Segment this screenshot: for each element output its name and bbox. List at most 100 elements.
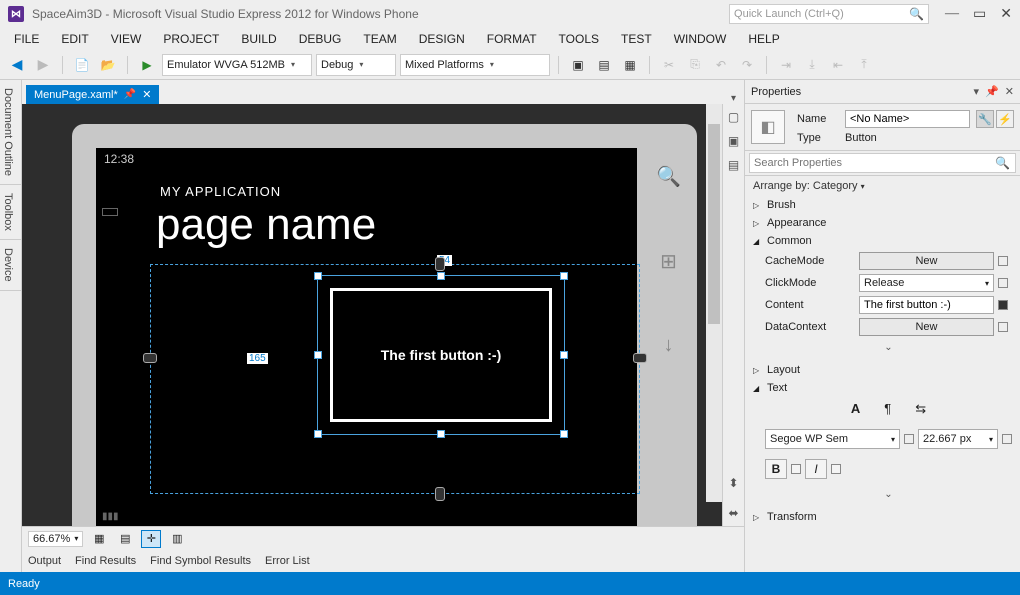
rail-icon-2[interactable]: ▣	[728, 134, 739, 148]
cachemode-new-button[interactable]: New	[859, 252, 994, 270]
menu-help[interactable]: HELP	[738, 30, 789, 48]
property-marker[interactable]	[998, 256, 1008, 266]
menu-debug[interactable]: DEBUG	[289, 30, 352, 48]
text-tab-other[interactable]: ⇆	[915, 401, 926, 417]
toolbar-copy[interactable]: ⎘	[684, 54, 706, 76]
category-appearance[interactable]: ▷Appearance	[745, 214, 1020, 232]
clickmode-dropdown[interactable]: Release▾	[859, 274, 994, 292]
tab-device[interactable]: Device	[0, 240, 21, 291]
property-marker[interactable]	[998, 322, 1008, 332]
toolbar-btn-1[interactable]: ▣	[567, 54, 589, 76]
tab-document-outline[interactable]: Document Outline	[0, 80, 21, 185]
resize-handle[interactable]	[314, 351, 322, 359]
resize-handle[interactable]	[560, 272, 568, 280]
close-button[interactable]: ✕	[1000, 6, 1012, 23]
font-size-dropdown[interactable]: 22.667 px▾	[918, 429, 998, 449]
menu-window[interactable]: WINDOW	[664, 30, 737, 48]
rail-expand-icon[interactable]: ⬍	[728, 476, 738, 490]
menu-format[interactable]: FORMAT	[477, 30, 547, 48]
snap-lines-button[interactable]: ✛	[141, 530, 161, 548]
tab-find-results[interactable]: Find Results	[75, 555, 136, 567]
vertical-scrollbar[interactable]	[706, 104, 722, 502]
content-input[interactable]	[859, 296, 994, 314]
italic-button[interactable]: I	[805, 459, 827, 479]
toolbar-btn-3[interactable]: ▦	[619, 54, 641, 76]
resize-handle[interactable]	[437, 272, 445, 280]
properties-search-input[interactable]	[749, 153, 1016, 173]
menu-view[interactable]: VIEW	[101, 30, 152, 48]
zoom-combo[interactable]: 66.67% ▾	[28, 531, 83, 547]
resize-handle[interactable]	[560, 351, 568, 359]
toolbar-step-3[interactable]: ⇤	[827, 54, 849, 76]
toolbar-step-2[interactable]: ⤓	[801, 54, 823, 76]
rail-split-icon[interactable]: ⬌	[728, 506, 738, 520]
grid-selection[interactable]: 54 165	[150, 264, 640, 494]
category-common[interactable]: ◢Common	[745, 232, 1020, 250]
panel-pin-icon[interactable]: 📌	[985, 85, 999, 98]
anchor-left-icon[interactable]	[143, 353, 157, 363]
quick-launch-input[interactable]: Quick Launch (Ctrl+Q) 🔍	[729, 4, 929, 24]
property-marker[interactable]	[831, 464, 841, 474]
anchor-bottom-icon[interactable]	[435, 487, 445, 501]
snap-grid-button[interactable]: ▥	[167, 530, 187, 548]
name-input[interactable]	[845, 110, 970, 128]
pin-icon[interactable]: 📌	[124, 89, 136, 100]
expand-common-button[interactable]: ⌄	[765, 340, 1012, 355]
menu-test[interactable]: TEST	[611, 30, 662, 48]
maximize-button[interactable]: ▭	[973, 6, 986, 23]
anchor-right-icon[interactable]	[633, 353, 647, 363]
category-brush[interactable]: ▷Brush	[745, 196, 1020, 214]
menu-edit[interactable]: EDIT	[51, 30, 98, 48]
text-tab-font[interactable]: A	[851, 401, 860, 417]
emulator-dropdown[interactable]: Emulator WVGA 512MB▾	[162, 54, 312, 76]
menu-project[interactable]: PROJECT	[153, 30, 229, 48]
menu-tools[interactable]: TOOLS	[549, 30, 609, 48]
resize-handle[interactable]	[314, 430, 322, 438]
expand-text-button[interactable]: ⌄	[765, 487, 1012, 502]
close-tab-icon[interactable]: ✕	[142, 88, 151, 101]
menu-file[interactable]: FILE	[4, 30, 49, 48]
config-dropdown[interactable]: Debug▾	[316, 54, 396, 76]
tab-output[interactable]: Output	[28, 555, 61, 567]
nav-back-button[interactable]: ◀	[6, 54, 28, 76]
resize-handle[interactable]	[314, 272, 322, 280]
property-marker[interactable]	[904, 434, 914, 444]
new-project-button[interactable]: 📄	[71, 54, 93, 76]
button-selection[interactable]: The first button :-)	[317, 275, 565, 435]
toolbar-btn-2[interactable]: ▤	[593, 54, 615, 76]
text-tab-paragraph[interactable]: ¶	[884, 401, 891, 417]
category-text[interactable]: ◢Text	[745, 379, 1020, 397]
properties-view-button[interactable]: 🔧	[976, 110, 994, 128]
toolbar-redo[interactable]: ↷	[736, 54, 758, 76]
toolbar-cut[interactable]: ✂	[658, 54, 680, 76]
resize-handle[interactable]	[560, 430, 568, 438]
grid-view-button[interactable]: ▦	[89, 530, 109, 548]
tab-find-symbol-results[interactable]: Find Symbol Results	[150, 555, 251, 567]
doc-tab-menupage[interactable]: MenuPage.xaml* 📌 ✕	[26, 85, 159, 104]
property-marker[interactable]	[998, 300, 1008, 310]
bold-button[interactable]: B	[765, 459, 787, 479]
rail-icon-3[interactable]: ▤	[728, 158, 739, 172]
menu-design[interactable]: DESIGN	[409, 30, 475, 48]
panel-close-icon[interactable]: ✕	[1005, 85, 1014, 98]
category-transform[interactable]: ▷Transform	[745, 508, 1020, 526]
datacontext-new-button[interactable]: New	[859, 318, 994, 336]
rail-icon-1[interactable]: ▢	[728, 110, 739, 124]
tab-overflow-button[interactable]: ▾	[731, 93, 736, 104]
open-file-button[interactable]: 📂	[97, 54, 119, 76]
property-marker[interactable]	[791, 464, 801, 474]
toolbar-step-4[interactable]: ⤒	[853, 54, 875, 76]
property-marker[interactable]	[998, 278, 1008, 288]
property-marker[interactable]	[1002, 434, 1012, 444]
font-family-dropdown[interactable]: Segoe WP Sem▾	[765, 429, 900, 449]
snap-button[interactable]: ▤	[115, 530, 135, 548]
anchor-top-icon[interactable]	[435, 257, 445, 271]
menu-team[interactable]: TEAM	[353, 30, 406, 48]
events-view-button[interactable]: ⚡	[996, 110, 1014, 128]
arrange-by-dropdown[interactable]: Arrange by: Category ▾	[745, 176, 1020, 196]
nav-forward-button[interactable]: ▶	[32, 54, 54, 76]
resize-handle[interactable]	[437, 430, 445, 438]
menu-build[interactable]: BUILD	[231, 30, 286, 48]
toolbar-undo[interactable]: ↶	[710, 54, 732, 76]
panel-options-icon[interactable]: ▾	[974, 85, 980, 98]
